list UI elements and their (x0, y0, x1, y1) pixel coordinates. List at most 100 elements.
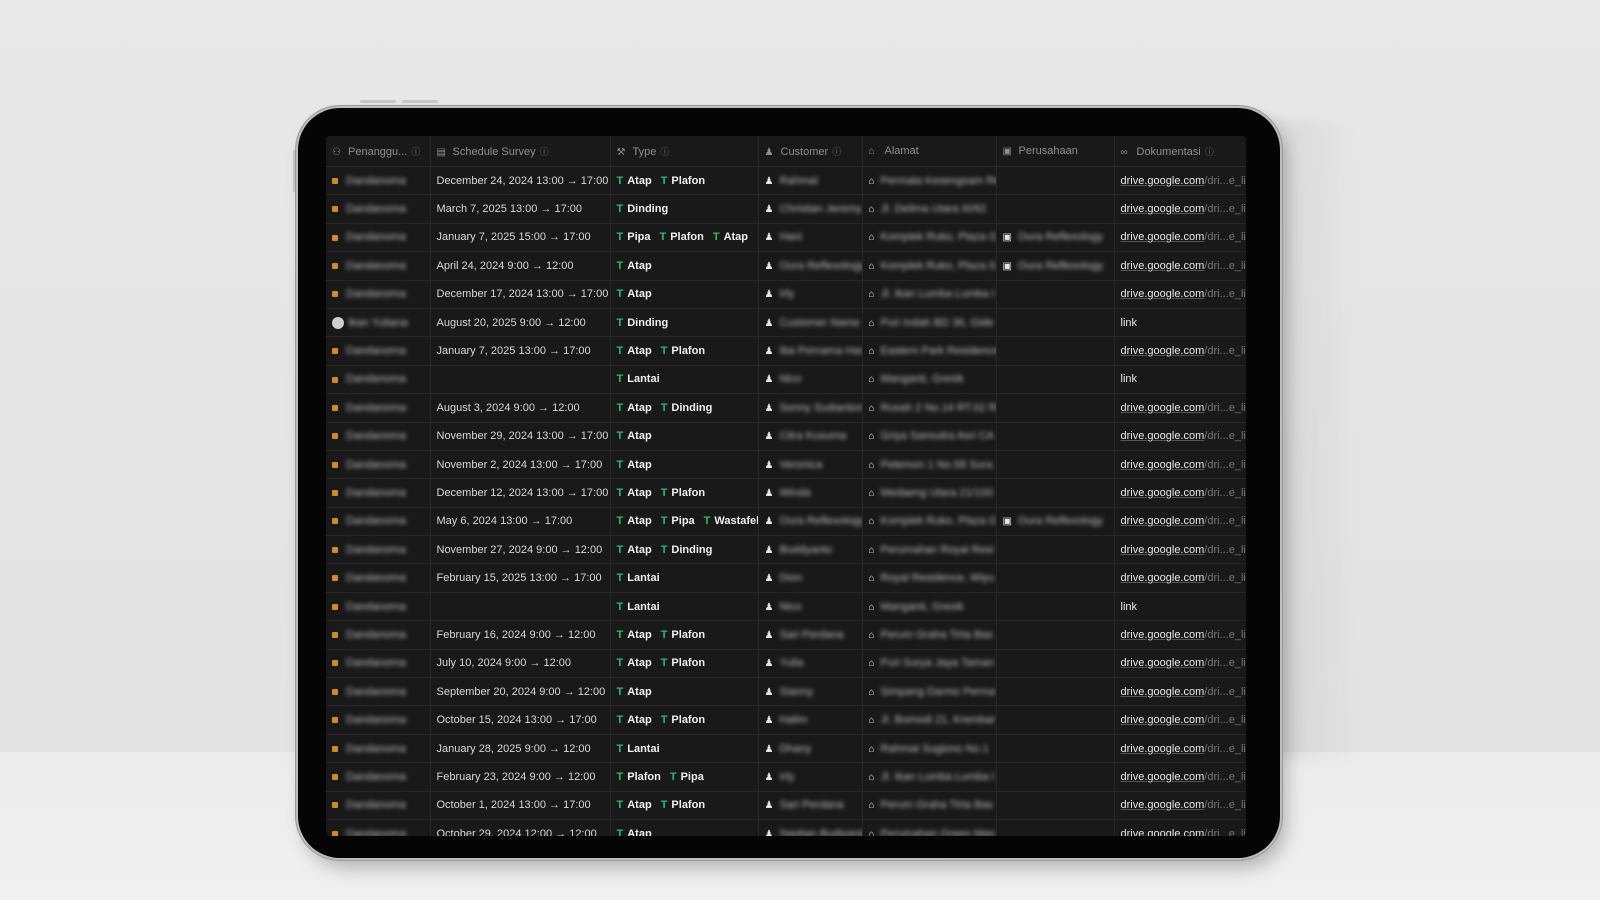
cell-customer[interactable]: ♟ Dion (757, 563, 862, 593)
dokumentasi-link-path[interactable]: /dri...e_link (1204, 175, 1246, 187)
cell-penanggung[interactable]: Dandanoma (326, 705, 430, 735)
cell-alamat[interactable]: ⌂ Jl. Delima Utara III/62 (861, 194, 996, 224)
dokumentasi-link-path[interactable]: /dri...e_link (1204, 260, 1246, 272)
cell-dokumentasi[interactable]: drive.google.com/dri...e_link (1113, 336, 1246, 366)
dokumentasi-link-path[interactable]: /dri...e_link (1204, 799, 1246, 811)
cell-perusahaan[interactable] (995, 563, 1114, 593)
table-row[interactable]: Dandanoma February 23, 2024 9:00 → 12:00 Τ… (326, 762, 1246, 792)
table-row[interactable]: Dandanoma January 28, 2025 9:00 → 12:00 Τ L… (326, 734, 1246, 764)
cell-dokumentasi[interactable]: drive.google.com/dri...e_link (1113, 422, 1246, 451)
cell-customer[interactable]: ♟ Iba Pornama Han (757, 336, 862, 366)
info-icon[interactable]: ⓘ (660, 147, 669, 157)
column-header-6[interactable]: ∞ Dokumentasi ⓘ (1113, 136, 1246, 167)
dokumentasi-link[interactable]: drive.google.com (1121, 629, 1205, 641)
cell-perusahaan[interactable] (995, 734, 1114, 764)
cell-penanggung[interactable]: Dandanoma (326, 649, 430, 679)
cell-schedule[interactable] (429, 365, 610, 395)
cell-type[interactable]: Τ Atap (609, 280, 758, 309)
cell-dokumentasi[interactable]: drive.google.com/dri...e_link (1113, 280, 1246, 309)
cell-schedule[interactable]: December 12, 2024 13:00 → 17:00 (429, 478, 610, 508)
cell-penanggung[interactable]: Dandanoma (326, 734, 430, 764)
cell-penanggung[interactable]: Dandanoma (326, 365, 430, 395)
cell-perusahaan[interactable] (995, 819, 1114, 836)
cell-dokumentasi[interactable]: drive.google.com/dri...e_link (1113, 620, 1246, 650)
dokumentasi-link[interactable]: drive.google.com (1121, 657, 1205, 669)
cell-schedule[interactable]: February 16, 2024 9:00 → 12:00 (429, 620, 610, 650)
cell-alamat[interactable]: ⌂ Permata Kesengsam Res (861, 166, 996, 196)
cell-perusahaan[interactable] (995, 393, 1114, 423)
dokumentasi-link-path[interactable]: /dri...e_link (1204, 714, 1246, 726)
cell-perusahaan[interactable] (995, 365, 1114, 395)
cell-dokumentasi[interactable]: drive.google.com/dri...e_link (1113, 450, 1246, 480)
dokumentasi-link[interactable]: drive.google.com (1121, 771, 1205, 783)
cell-penanggung[interactable]: Dandanoma (326, 223, 430, 253)
table-row[interactable]: Dandanoma September 20, 2024 9:00 → 12:00… (326, 677, 1246, 707)
cell-penanggung[interactable]: Dandanoma (326, 422, 430, 451)
cell-customer[interactable]: ♟ Christian Jeremy (757, 194, 862, 224)
cell-perusahaan[interactable] (995, 166, 1114, 196)
info-icon[interactable]: ⓘ (540, 147, 549, 157)
table-row[interactable]: Dandanoma January 7, 2025 15:00 → 17:00 Τ P… (326, 223, 1246, 253)
cell-penanggung[interactable]: Dandanoma (326, 620, 430, 650)
table-row[interactable]: Dandanoma March 7, 2025 13:00 → 17:00 Τ Din… (326, 194, 1246, 224)
cell-dokumentasi[interactable]: drive.google.com/dri...e_link (1113, 649, 1246, 679)
cell-dokumentasi[interactable]: drive.google.com/dri...e_link (1113, 251, 1246, 281)
cell-type[interactable]: Τ Atap Τ Plafon (609, 478, 758, 508)
cell-customer[interactable]: ♟ Nico (757, 365, 862, 395)
cell-schedule[interactable]: February 23, 2024 9:00 → 12:00 (429, 762, 610, 792)
cell-customer[interactable]: ♟ Yulia (757, 649, 862, 679)
dokumentasi-link[interactable]: drive.google.com (1121, 515, 1205, 527)
cell-penanggung[interactable]: Dandanoma (326, 478, 430, 508)
cell-customer[interactable]: ♟ Irly (757, 762, 862, 792)
cell-perusahaan[interactable] (995, 194, 1114, 224)
cell-alamat[interactable]: ⌂ Komplek Ruko, Plaza G (861, 507, 996, 537)
dokumentasi-link-path[interactable]: /dri...e_link (1204, 686, 1246, 698)
cell-schedule[interactable]: December 24, 2024 13:00 → 17:00 (429, 166, 610, 196)
cell-type[interactable]: Τ Pipa Τ Plafon Τ Atap (609, 223, 758, 253)
table-row[interactable]: Dandanoma April 24, 2024 9:00 → 12:00 Τ Ata… (326, 251, 1246, 281)
cell-penanggung[interactable]: Dandanoma (326, 393, 430, 423)
table-row[interactable]: Dandanoma August 3, 2024 9:00 → 12:00 Τ Ata… (326, 393, 1246, 423)
cell-customer[interactable]: ♟ Winda (757, 478, 862, 508)
cell-type[interactable]: Τ Atap Τ Plafon (609, 336, 758, 366)
cell-customer[interactable]: ♟ Oura Reflexology (757, 507, 862, 537)
dokumentasi-link-path[interactable]: /dri...e_link (1204, 515, 1246, 527)
cell-perusahaan[interactable] (995, 422, 1114, 451)
dokumentasi-link[interactable]: link (1121, 373, 1138, 385)
cell-schedule[interactable]: November 2, 2024 13:00 → 17:00 (429, 450, 610, 480)
cell-dokumentasi[interactable]: drive.google.com/dri...e_link (1113, 223, 1246, 253)
cell-customer[interactable]: ♟ Septian Budiyanto (757, 819, 862, 836)
column-header-0[interactable]: ⚇ Penanggu... ⓘ (326, 136, 430, 167)
cell-schedule[interactable]: August 20, 2025 9:00 → 12:00 (429, 308, 610, 338)
cell-perusahaan[interactable]: ▣ Oura Reflexology (995, 223, 1114, 253)
cell-dokumentasi[interactable]: drive.google.com/dri...e_link (1113, 791, 1246, 820)
cell-dokumentasi[interactable]: drive.google.com/dri...e_link (1113, 194, 1246, 224)
cell-dokumentasi[interactable]: drive.google.com/dri...e_link (1113, 734, 1246, 764)
cell-customer[interactable]: ♟ Irly (757, 280, 862, 309)
dokumentasi-link[interactable]: drive.google.com (1121, 799, 1205, 811)
dokumentasi-link-path[interactable]: /dri...e_link (1204, 828, 1246, 836)
cell-alamat[interactable]: ⌂ Komplek Ruko, Plaza G (861, 223, 996, 253)
column-header-1[interactable]: ▤ Schedule Survey ⓘ (429, 136, 610, 167)
dokumentasi-link[interactable]: drive.google.com (1121, 459, 1205, 471)
cell-customer[interactable]: ♟ Rahmat (757, 166, 862, 196)
dokumentasi-link[interactable]: drive.google.com (1121, 686, 1205, 698)
cell-alamat[interactable]: ⌂ Royal Residence, Wiyu (861, 563, 996, 593)
cell-schedule[interactable]: October 29, 2024 12:00 → 12:00 (429, 819, 610, 836)
cell-alamat[interactable]: ⌂ Griya Samudra Asri CA (861, 422, 996, 451)
dokumentasi-link[interactable]: drive.google.com (1121, 714, 1205, 726)
cell-dokumentasi[interactable]: drive.google.com/dri...e_link (1113, 535, 1246, 565)
dokumentasi-link-path[interactable]: /dri...e_link (1204, 231, 1246, 243)
cell-type[interactable]: Τ Atap (609, 819, 758, 836)
cell-schedule[interactable]: March 7, 2025 13:00 → 17:00 (429, 194, 610, 224)
cell-alamat[interactable]: ⌂ Medaeng Utara 21/100 (861, 478, 996, 508)
cell-customer[interactable]: ♟ Nico (757, 592, 862, 622)
cell-type[interactable]: Τ Atap Τ Dinding (609, 393, 758, 423)
cell-penanggung[interactable]: Dandanoma (326, 450, 430, 480)
table-row[interactable]: Dandanoma May 6, 2024 13:00 → 17:00 Τ Atap Τ… (326, 507, 1246, 537)
dokumentasi-link[interactable]: drive.google.com (1121, 260, 1205, 272)
dokumentasi-link-path[interactable]: /dri...e_link (1204, 544, 1246, 556)
table-row[interactable]: Dandanoma October 1, 2024 13:00 → 17:00 Τ A… (326, 791, 1246, 820)
dokumentasi-link-path[interactable]: /dri...e_link (1204, 771, 1246, 783)
dokumentasi-link[interactable]: drive.google.com (1121, 203, 1205, 215)
